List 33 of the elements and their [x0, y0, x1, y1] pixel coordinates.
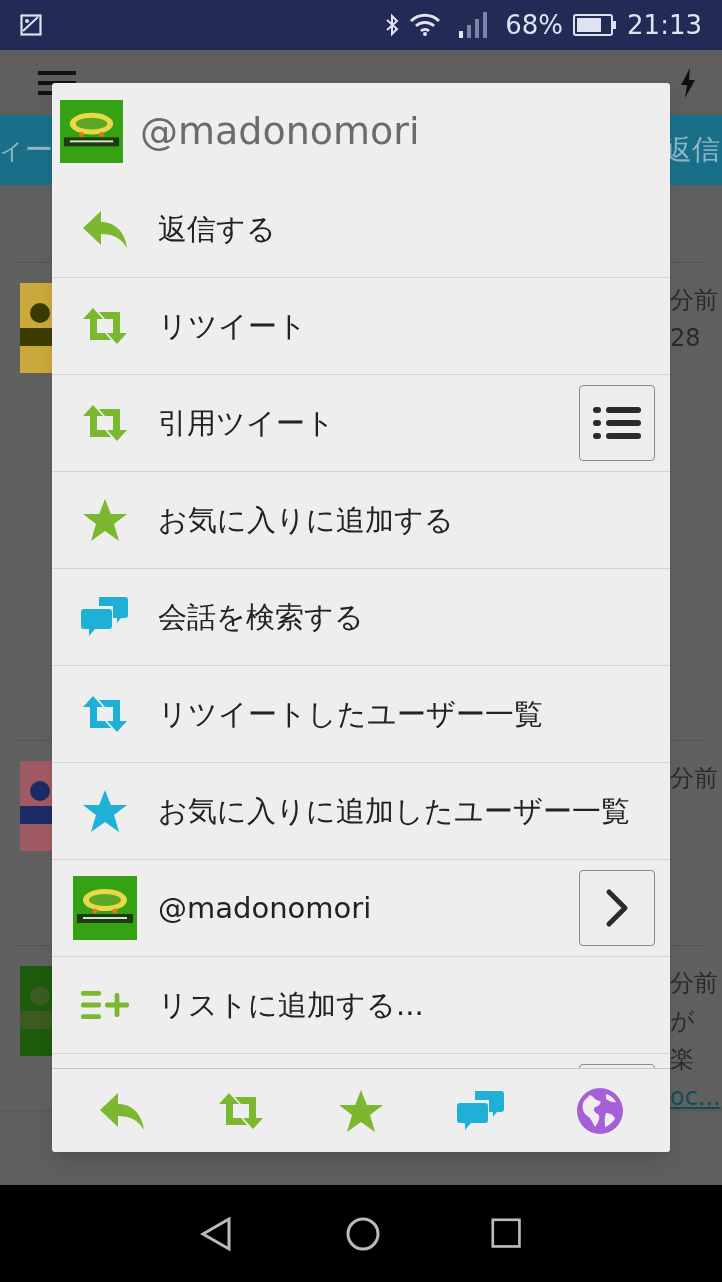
menu-item[interactable]: 会話を検索する [52, 568, 670, 665]
list-button[interactable] [579, 385, 655, 461]
dialog-title: @madonomori [140, 108, 420, 155]
lightning-icon[interactable] [680, 67, 696, 98]
wifi-icon [409, 13, 442, 37]
battery-percentage: 68% [505, 8, 564, 42]
signal-icon [459, 12, 490, 38]
menu-item-label: リストに追加する... [158, 987, 425, 1023]
menu-item-label: お気に入りに追加したユーザー一覧 [158, 793, 631, 829]
list-icon [593, 406, 641, 440]
menu-item[interactable]: リツイート [52, 277, 670, 374]
menu-item-label: リツイートしたユーザー一覧 [158, 696, 544, 732]
menu-item[interactable]: 返信する [52, 180, 670, 277]
menu-item[interactable]: 引用ツイート [52, 374, 670, 471]
battery-icon [573, 14, 618, 36]
menu-item[interactable]: リツイートしたユーザー一覧 [52, 665, 670, 762]
menu-item[interactable]: @madonomori [52, 859, 670, 956]
menu-item-label: 返信する [158, 210, 277, 247]
clock: 21:13 [627, 8, 702, 42]
open-profile-button[interactable] [579, 870, 655, 946]
menu-item[interactable]: リストに追加する... [52, 956, 670, 1053]
menu-item-label: 引用ツイート [158, 405, 336, 441]
menu-item-label: 会話を検索する [158, 599, 365, 635]
image-icon [20, 14, 42, 36]
menu-item[interactable]: お気に入りに追加したユーザー一覧 [52, 762, 670, 859]
menu-item-label: @madonomori [158, 890, 373, 926]
menu-item[interactable]: お気に入りに追加する [52, 471, 670, 568]
menu-item-label: リツイート [158, 308, 308, 344]
chevron-right-icon [605, 888, 629, 928]
recents-icon[interactable] [491, 1217, 523, 1250]
menu-item-label: お気に入りに追加する [158, 502, 455, 538]
home-icon[interactable] [345, 1215, 381, 1252]
bluetooth-icon [385, 13, 400, 37]
